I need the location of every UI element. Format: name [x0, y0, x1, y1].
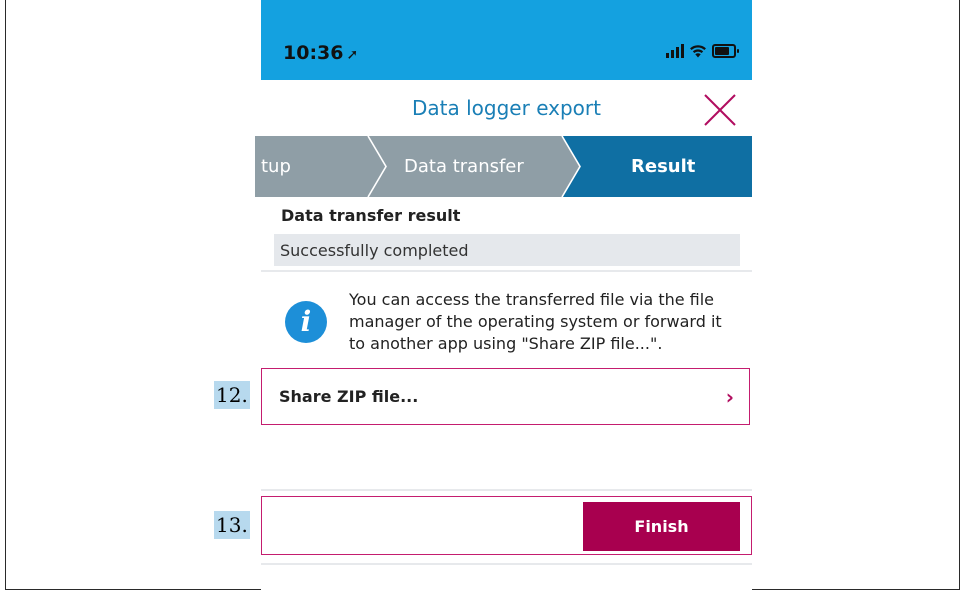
info-line: to another app using "Share ZIP file..."… — [349, 334, 663, 353]
step-data-transfer[interactable]: Data transfer — [404, 136, 524, 197]
status-bar: 10:36 ➚ — [261, 0, 752, 80]
chevron-right-icon: › — [725, 385, 734, 409]
result-section-title: Data transfer result — [281, 206, 461, 225]
close-icon[interactable] — [702, 92, 738, 128]
info-line: You can access the transferred file via … — [349, 290, 715, 309]
wizard-steps: tup Data transfer Result — [255, 136, 752, 197]
share-zip-label: Share ZIP file... — [279, 387, 419, 406]
divider — [261, 270, 752, 272]
info-icon: i — [285, 301, 327, 343]
phone-screen: 10:36 ➚ Data logger export tup Data trans… — [255, 0, 752, 590]
annotation-step-13: 13. — [214, 511, 250, 539]
finish-button[interactable]: Finish — [583, 502, 740, 551]
battery-icon — [712, 44, 739, 58]
step-result[interactable]: Result — [631, 136, 695, 197]
status-icons — [666, 44, 739, 58]
annotation-step-12: 12. — [214, 381, 250, 409]
share-zip-row[interactable]: Share ZIP file... › — [261, 368, 750, 425]
finish-row: Finish — [261, 496, 752, 555]
divider — [261, 489, 752, 491]
info-message: You can access the transferred file via … — [349, 289, 739, 355]
page-title: Data logger export — [412, 96, 601, 120]
divider — [261, 563, 752, 565]
result-value-box: Successfully completed — [274, 234, 740, 266]
signal-icon — [666, 44, 684, 58]
location-arrow-icon: ➚ — [346, 47, 359, 63]
info-line: manager of the operating system or forwa… — [349, 312, 722, 331]
step-setup[interactable]: tup — [261, 136, 291, 197]
wifi-icon — [690, 45, 706, 58]
status-time: 10:36 ➚ — [283, 42, 359, 64]
title-bar: Data logger export — [261, 80, 752, 136]
result-value: Successfully completed — [280, 241, 469, 260]
